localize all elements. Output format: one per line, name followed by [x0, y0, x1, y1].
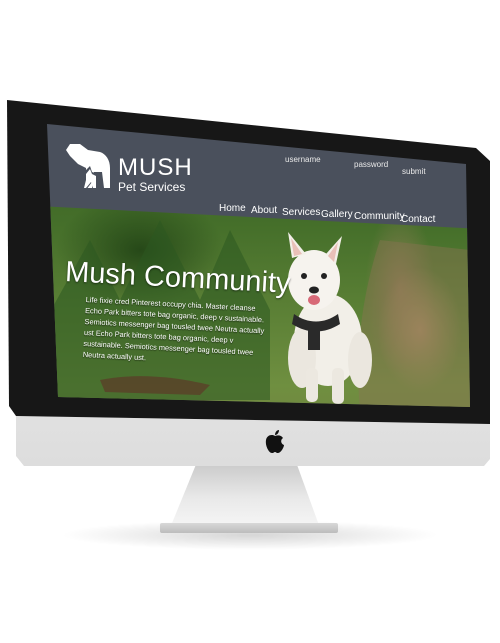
- nav-gallery[interactable]: Gallery: [321, 209, 353, 220]
- brand[interactable]: MUSH Pet Services: [118, 154, 193, 195]
- dog-cat-silhouette-icon: [66, 144, 110, 190]
- nav-services[interactable]: Services: [282, 207, 320, 218]
- password-field[interactable]: password: [354, 160, 388, 169]
- nav-home[interactable]: Home: [219, 203, 246, 214]
- brand-tagline: Pet Services: [118, 180, 186, 194]
- brand-name: MUSH: [118, 154, 193, 181]
- monitor-stand-base: [160, 523, 338, 533]
- submit-button[interactable]: submit: [402, 167, 426, 176]
- nav-community[interactable]: Community: [354, 211, 405, 222]
- nav-about[interactable]: About: [251, 205, 277, 216]
- monitor-stand: [170, 462, 320, 528]
- hero-body-text: Life fixie cred Pinterest occupy chia. M…: [82, 294, 265, 363]
- apple-logo-icon: [265, 430, 284, 453]
- username-field[interactable]: username: [285, 155, 321, 164]
- nav-contact[interactable]: Contact: [401, 214, 435, 225]
- dog-photo: [288, 232, 372, 404]
